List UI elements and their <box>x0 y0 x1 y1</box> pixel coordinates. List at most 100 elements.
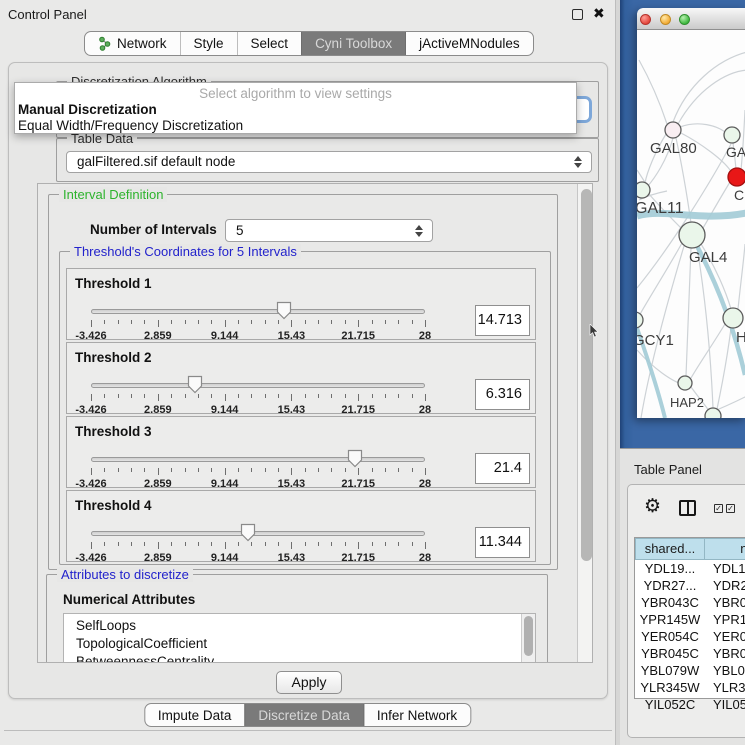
node-attribute-table[interactable]: shared... na YDL19... YDL19 YDR27... YDR… <box>634 537 745 699</box>
threshold-label: Threshold 3 <box>75 424 152 439</box>
slider-scale-labels: -3.4262.8599.14415.4321.71528 <box>91 404 425 416</box>
control-panel-titlebar: Control Panel ✖ <box>0 0 615 28</box>
threshold-slider[interactable]: -3.4262.8599.14415.4321.71528 <box>91 455 425 489</box>
tab[interactable]: Network <box>85 32 180 55</box>
slider-handle[interactable] <box>187 375 203 394</box>
table-row[interactable]: YBL079W YBL07 <box>635 662 745 679</box>
number-of-intervals-spinner[interactable]: 5 <box>225 219 433 242</box>
close-icon[interactable]: ✖ <box>593 5 605 22</box>
numerical-attributes-list[interactable]: SelfLoopsTopologicalCoefficientBetweenne… <box>63 613 536 663</box>
cell-shared-name: YLR345W <box>635 679 705 696</box>
column-header-name[interactable]: na <box>705 538 745 560</box>
group-title: Interval Definition <box>59 187 167 202</box>
threshold-label: Threshold 2 <box>75 350 152 365</box>
select-columns-icon[interactable]: ✓ <box>714 504 723 513</box>
network-node[interactable] <box>678 376 692 390</box>
tab[interactable]: Discretize Data <box>244 704 364 726</box>
settings-scroll-area: Interval Definition Number of Intervals … <box>37 183 593 663</box>
attribute-list-item[interactable]: TopologicalCoefficient <box>64 635 535 653</box>
threshold-panel: Threshold 2 -3.4262.8599.14415.4321.7152… <box>66 342 536 414</box>
algorithm-dropdown-popup: Select algorithm to view settings Manual… <box>14 82 577 134</box>
slider-handle[interactable] <box>347 449 363 468</box>
node-label: H <box>736 329 745 346</box>
dropdown-prompt-item[interactable]: Select algorithm to view settings <box>15 86 576 101</box>
table-row[interactable]: YDL19... YDL19 <box>635 560 745 577</box>
table-row[interactable]: YIL052C YIL05 <box>635 696 745 713</box>
tab[interactable]: Style <box>180 32 237 55</box>
slider-ticks <box>91 394 425 402</box>
table-data-value: galFiltered.sif default node <box>77 154 235 169</box>
tab[interactable]: Cyni Toolbox <box>301 32 406 55</box>
minimize-traffic-light[interactable] <box>660 14 671 25</box>
attribute-list-item[interactable]: BetweennessCentrality <box>64 653 535 663</box>
settings-gear-icon[interactable]: ⚙ <box>644 495 661 518</box>
threshold-value-field[interactable]: 6.316 <box>475 379 530 410</box>
float-window-icon[interactable] <box>572 9 583 20</box>
attribute-list-item[interactable]: SelfLoops <box>64 614 535 635</box>
table-toolbar: ⚙ ✓ ✓ <box>628 491 745 529</box>
table-header-row: shared... na <box>635 538 745 560</box>
attributes-to-discretize-group: Attributes to discretize Numerical Attri… <box>46 574 548 663</box>
network-node[interactable] <box>724 127 740 143</box>
threshold-value-field[interactable]: 14.713 <box>475 305 530 336</box>
intervals-value: 5 <box>236 223 244 238</box>
cell-name: YBR04 <box>705 594 745 611</box>
table-row[interactable]: YDR27... YDR27 <box>635 577 745 594</box>
network-node[interactable] <box>723 308 743 328</box>
column-header-shared-name[interactable]: shared... <box>635 538 705 560</box>
apply-button[interactable]: Apply <box>276 671 342 694</box>
cell-name: YDL19 <box>705 560 745 577</box>
tab[interactable]: Impute Data <box>145 704 245 726</box>
threshold-panel: Threshold 4 -3.4262.8599.14415.4321.7152… <box>66 490 536 562</box>
table-row[interactable]: YBR045C YBR04 <box>635 645 745 662</box>
table-row[interactable]: YPR145W YPR14 <box>635 611 745 628</box>
network-node[interactable] <box>728 168 745 186</box>
scrollbar-thumb[interactable] <box>581 189 592 561</box>
network-node[interactable] <box>679 222 705 248</box>
slider-track[interactable] <box>91 531 425 536</box>
slider-handle[interactable] <box>240 523 256 542</box>
network-node[interactable] <box>705 408 721 418</box>
list-scrollbar[interactable] <box>521 614 535 663</box>
network-node[interactable] <box>637 312 643 328</box>
tab[interactable]: Infer Network <box>364 704 470 726</box>
slider-track[interactable] <box>91 457 425 462</box>
slider-track[interactable] <box>91 383 425 388</box>
table-row[interactable]: YER054C YER05 <box>635 628 745 645</box>
threshold-value-field[interactable]: 11.344 <box>475 527 530 558</box>
apply-row: Apply <box>9 663 609 700</box>
network-node[interactable] <box>637 182 650 198</box>
vertical-scrollbar[interactable] <box>577 184 593 663</box>
table-row[interactable]: YLR345W YLR34 <box>635 679 745 696</box>
tab[interactable]: jActiveMNodules <box>406 32 533 55</box>
cell-shared-name: YBL079W <box>635 662 705 679</box>
network-view-window[interactable]: GAL80GACGAL11GAL4GCY1HHAP2 <box>637 8 745 418</box>
tab-label: Discretize Data <box>258 708 350 723</box>
threshold-slider[interactable]: -3.4262.8599.14415.4321.71528 <box>91 529 425 563</box>
tab-label: Impute Data <box>158 708 232 723</box>
threshold-value-field[interactable]: 21.4 <box>475 453 530 484</box>
select-rows-icon[interactable]: ✓ <box>726 504 735 513</box>
dropdown-option-equal-width[interactable]: Equal Width/Frequency Discretization <box>18 118 243 133</box>
slider-handle[interactable] <box>276 301 292 320</box>
network-icon <box>98 36 111 51</box>
thresholds-coordinates-group: Threshold's Coordinates for 5 Intervals … <box>59 251 551 565</box>
number-of-intervals-label: Number of Intervals <box>90 222 217 237</box>
close-traffic-light[interactable] <box>640 14 651 25</box>
network-node[interactable] <box>665 122 681 138</box>
threshold-slider[interactable]: -3.4262.8599.14415.4321.71528 <box>91 381 425 415</box>
dropdown-option-manual[interactable]: Manual Discretization <box>18 102 157 117</box>
table-data-combobox[interactable]: galFiltered.sif default node <box>66 151 592 173</box>
table-panel-title: Table Panel <box>634 462 702 477</box>
slider-scale-labels: -3.4262.8599.14415.4321.71528 <box>91 330 425 342</box>
top-tab-bar: NetworkStyleSelectCyni ToolboxjActiveMNo… <box>84 31 534 56</box>
tab[interactable]: Select <box>237 32 302 55</box>
split-columns-icon[interactable] <box>679 500 696 516</box>
cell-name: YLR34 <box>705 679 745 696</box>
group-title: Attributes to discretize <box>57 567 193 582</box>
zoom-traffic-light[interactable] <box>679 14 690 25</box>
table-row[interactable]: YBR043C YBR04 <box>635 594 745 611</box>
network-canvas[interactable]: GAL80GACGAL11GAL4GCY1HHAP2 <box>637 30 745 418</box>
threshold-slider[interactable]: -3.4262.8599.14415.4321.71528 <box>91 307 425 341</box>
slider-track[interactable] <box>91 309 425 314</box>
